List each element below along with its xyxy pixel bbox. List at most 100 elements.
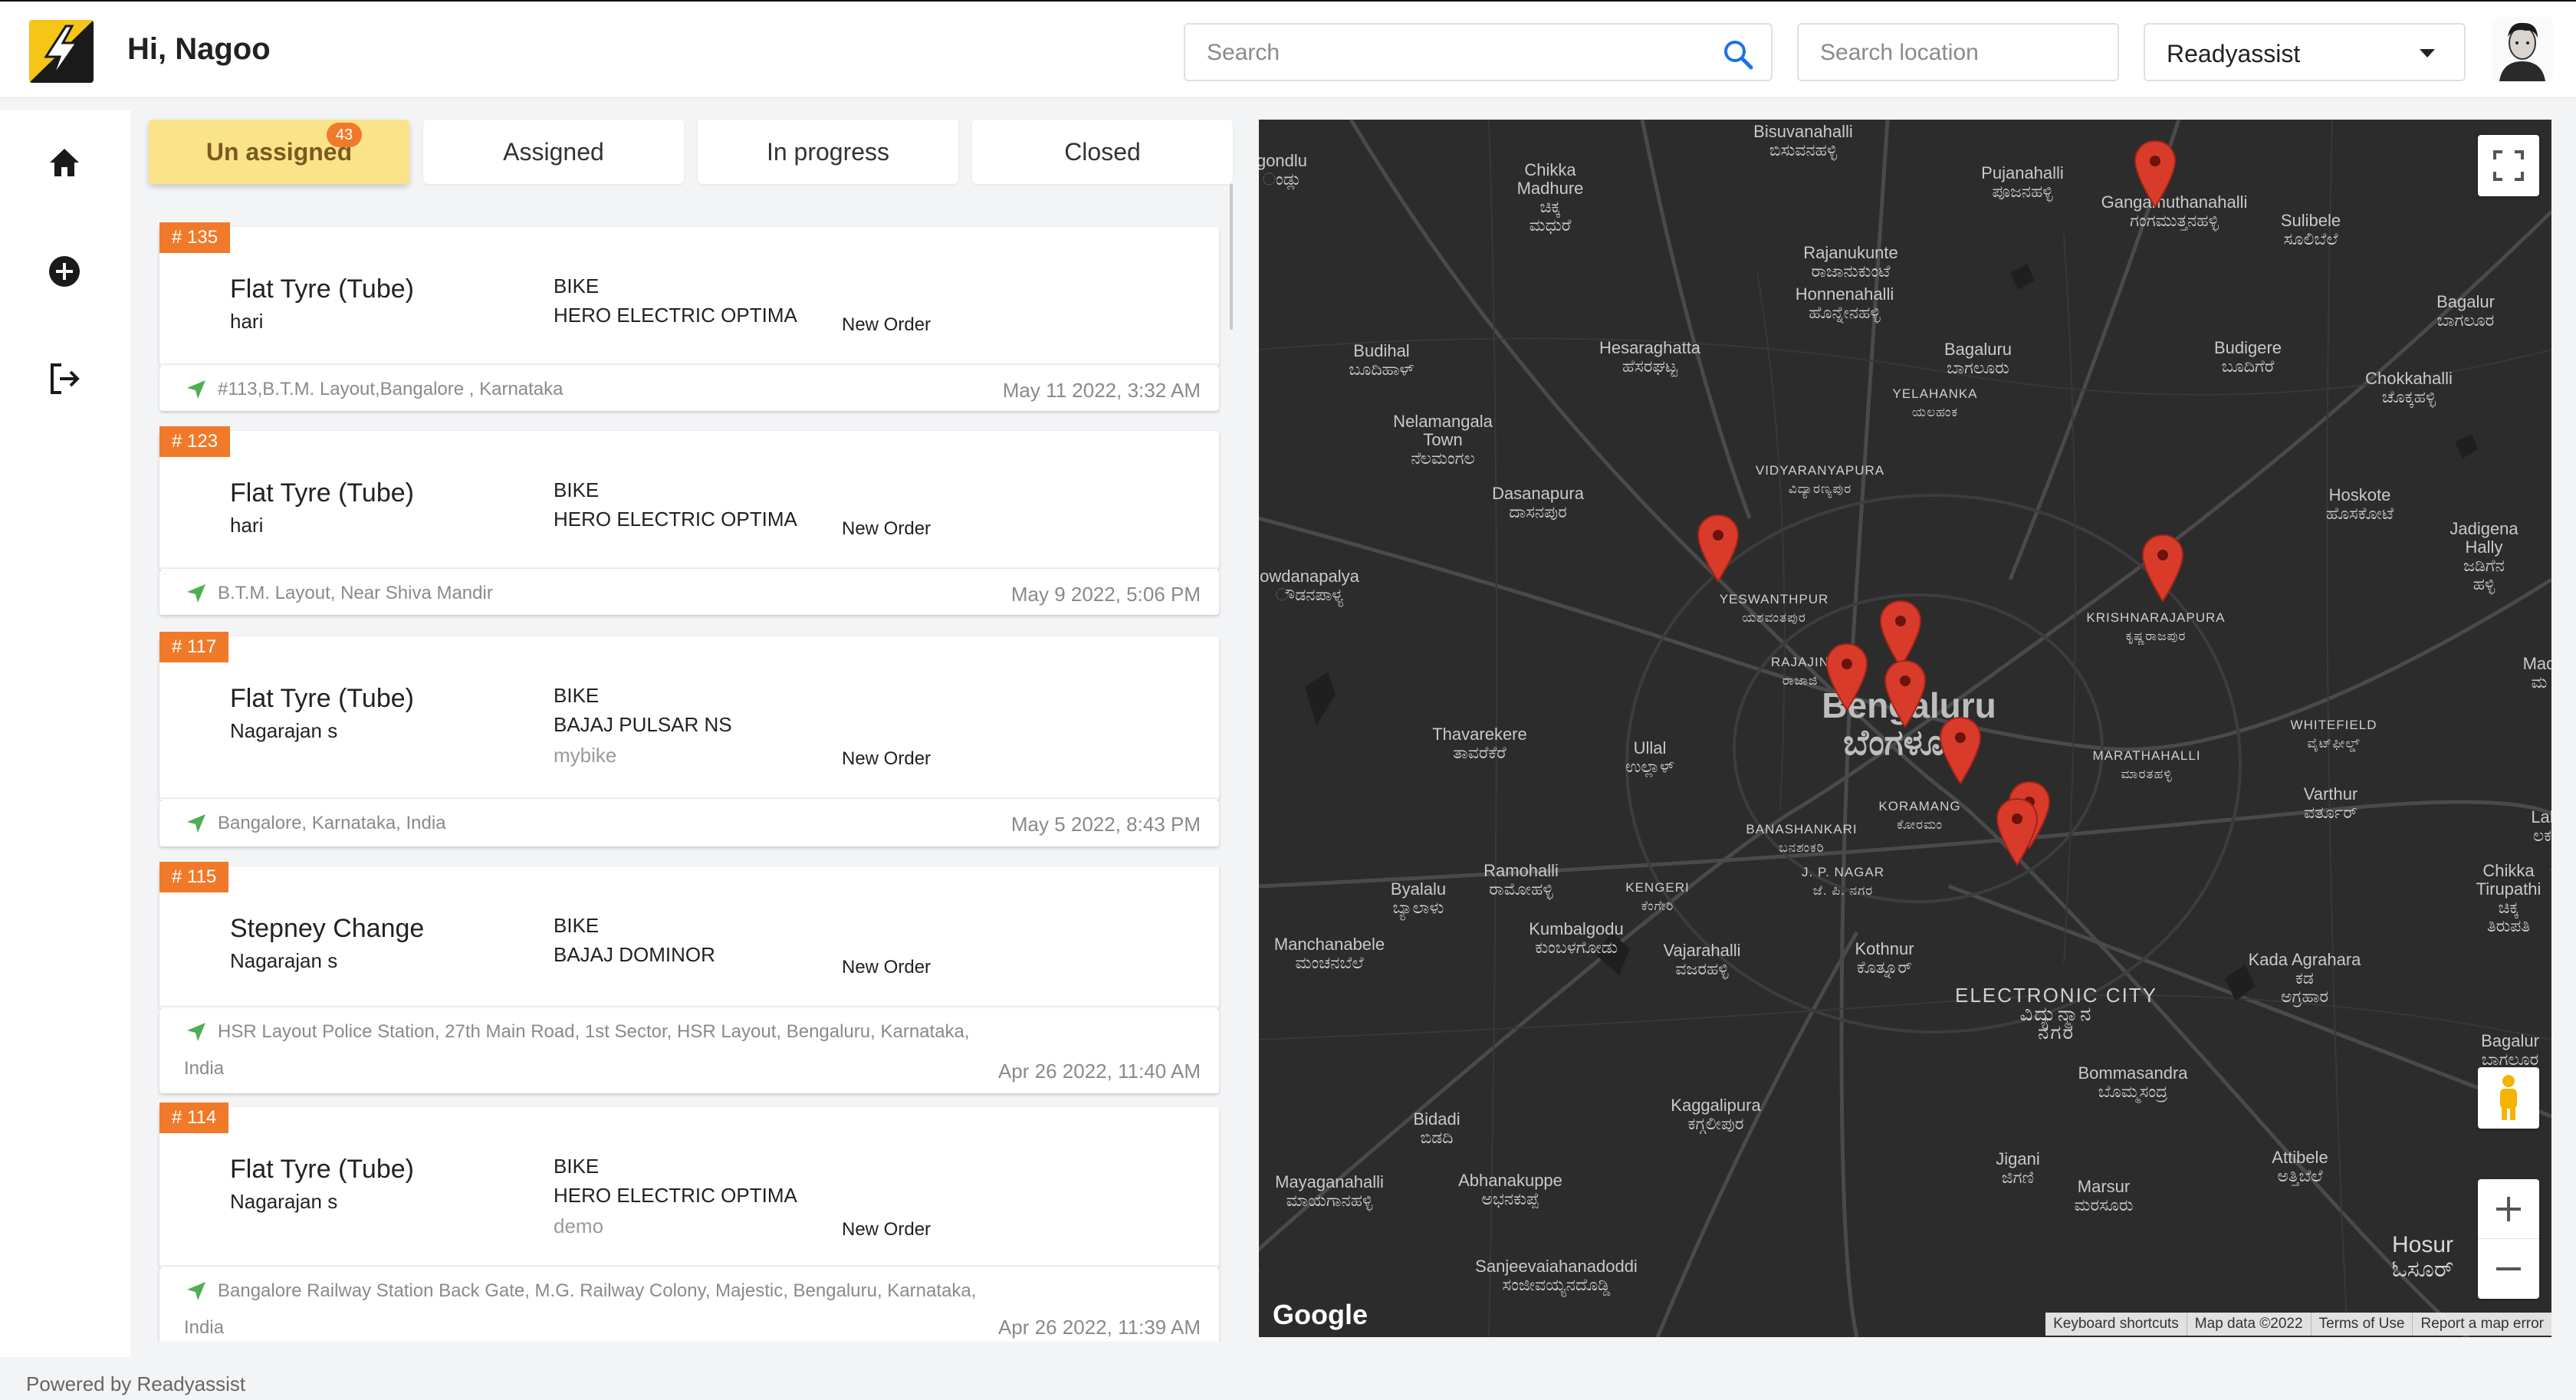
map-label: Budihal ಬೂದಿಹಾಳ್ <box>1349 341 1414 379</box>
powered-by-text: Powered by Readyassist <box>26 1372 246 1395</box>
map-label: Marsur ಮರಸೂರು <box>2074 1177 2134 1214</box>
zoom-out-button[interactable] <box>2478 1239 2539 1299</box>
map-label: Bidadi ಬಿಡದಿ <box>1413 1109 1460 1147</box>
street-view-button[interactable] <box>2478 1067 2539 1129</box>
terms-of-use-link[interactable]: Terms of Use <box>2310 1313 2413 1336</box>
keyboard-shortcuts-link[interactable]: Keyboard shortcuts <box>2045 1313 2187 1336</box>
greeting-text: Hi, Nagoo <box>127 32 271 66</box>
map-label: Dasanapura ದಾಸನಪುರ <box>1492 484 1584 521</box>
tab-closed[interactable]: Closed <box>972 120 1233 184</box>
caret-down-icon <box>2420 49 2435 58</box>
map-label: Pujanahalli ಪೂಜನಹಳ್ಳಿ <box>1981 163 2064 201</box>
map-label: KRISHNARAJAPURA ಕೃಷ್ಣರಾಜಪುರ <box>2086 610 2226 643</box>
map-label: Kumbalgodu ಕುಂಬಳಗೋಡು <box>1529 919 1624 957</box>
order-card[interactable]: # 114 Flat Tyre (Tube) Nagarajan s BIKE … <box>159 1103 1219 1268</box>
map-label: Bisuvanahalli ಬಿಸುವನಹಳ್ಳಿ <box>1753 122 1853 159</box>
search-icon[interactable] <box>1722 38 1754 71</box>
map-label: Nelamangala Town ನೆಲಮಂಗಲ <box>1393 412 1493 468</box>
order-card[interactable]: # 123 Flat Tyre (Tube) hari BIKE HERO EL… <box>159 426 1219 570</box>
map-label: Budigere ಬೂದಿಗೆರೆ <box>2213 338 2282 376</box>
order-location-pin[interactable] <box>1825 642 1869 712</box>
map-label: Attibele ಅತ್ತಿಬೆಲೆ <box>2272 1148 2328 1185</box>
map-label: Ullal ಉಲ್ಲಾಳ್ <box>1625 738 1675 776</box>
map-label: J. P. NAGAR ಜೆ. ಪಿ. ನಗರ <box>1802 865 1884 898</box>
organization-select[interactable]: Readyassist <box>2144 23 2466 81</box>
order-location-pin[interactable] <box>1878 600 1923 669</box>
fullscreen-button[interactable] <box>2478 135 2539 196</box>
order-date: May 9 2022, 5:06 PM <box>1010 583 1201 606</box>
map-label: KORAMANG ಕೋರಮಂ <box>1878 799 1961 832</box>
order-id-badge: # 117 <box>159 632 229 662</box>
customer-name: hari <box>230 514 264 537</box>
order-date: Apr 26 2022, 11:40 AM <box>997 1060 1201 1083</box>
map-label: Mayaganahalli ಮಾಯಗಾನಹಳ್ಳಿ <box>1275 1172 1384 1210</box>
map-label: BANASHANKARI ಬನಶಂಕರಿ <box>1746 822 1858 855</box>
zoom-in-button[interactable] <box>2478 1179 2539 1239</box>
map-label: Honnenahalli ಹೊನ್ನೇನಹಳ್ಳಿ <box>1795 284 1894 322</box>
map-label: VIDYARANYAPURA ವಿದ್ಯಾರಣ್ಯಪುರ <box>1755 463 1885 496</box>
customer-name: Nagarajan s <box>230 949 338 972</box>
map-label: Hosur ಓಸೂರ್ <box>2391 1232 2454 1282</box>
add-circle-icon[interactable] <box>41 248 87 294</box>
map-label: Sanjeevaiahanadoddi ಸಂಜೀವಯ್ಯನದೊಡ್ಡಿ <box>1475 1257 1638 1294</box>
search-input[interactable] <box>1207 40 1697 66</box>
order-card-footer: Bangalore Railway Station Back Gate, M.G… <box>159 1268 1219 1342</box>
status-tabs: Un assigned 43 Assigned In progress Clos… <box>149 120 1233 184</box>
order-id-badge: # 135 <box>159 222 231 253</box>
google-logo[interactable]: Google <box>1273 1299 1368 1331</box>
order-location-pin[interactable] <box>1938 716 1983 785</box>
map-view[interactable]: Bisuvanahalli ಬಿಸುವನಹಳ್ಳಿ Chikka Madhure… <box>1259 120 2551 1337</box>
order-location-pin[interactable] <box>1883 659 1927 728</box>
home-icon[interactable] <box>41 140 87 186</box>
map-data-text: Map data ©2022 <box>2186 1313 2311 1336</box>
tab-closed-label: Closed <box>1064 137 1141 166</box>
map-label: RAJAJIN ರಾಜಾಜಿ <box>1771 655 1829 688</box>
side-nav <box>0 110 130 1357</box>
order-id-badge: # 114 <box>159 1103 229 1133</box>
order-card[interactable]: # 135 Flat Tyre (Tube) hari BIKE HERO EL… <box>159 222 1219 366</box>
order-location-pin[interactable] <box>1696 514 1740 583</box>
minus-icon <box>2496 1267 2521 1270</box>
map-label: Sulibele ಸೂಲಿಬೆಲೆ <box>2280 211 2341 248</box>
order-address: HSR Layout Police Station, 27th Main Roa… <box>184 1021 970 1079</box>
tab-assigned[interactable]: Assigned <box>423 120 684 184</box>
map-label: Ramohalli ರಾಮೋಹಳ್ಳಿ <box>1484 861 1559 899</box>
location-search-field[interactable] <box>1797 23 2311 81</box>
logout-icon[interactable] <box>41 356 87 402</box>
vehicle-type: BIKE <box>554 478 600 501</box>
vehicle-type: BIKE <box>554 274 600 297</box>
order-card[interactable]: # 115 Stepney Change Nagarajan s BIKE BA… <box>159 862 1219 1009</box>
order-status: New Order <box>842 314 932 335</box>
service-name: Flat Tyre (Tube) <box>230 274 414 304</box>
order-address: Bangalore, Karnataka, India <box>218 813 446 833</box>
map-label: Rajanukunte ರಾಜಾನುಕುಂಟೆ <box>1803 243 1898 281</box>
map-label: Vajarahalli ವಜರಹಳ್ಳಿ <box>1663 941 1741 978</box>
order-location-pin[interactable] <box>1995 797 2039 866</box>
map-label: Chikka Madhure ಚಿಕ್ಕ ಮಧುರೆ <box>1516 160 1584 235</box>
order-status: New Order <box>842 518 932 539</box>
zoom-controls <box>2478 1179 2539 1299</box>
search-field[interactable] <box>1184 23 1773 81</box>
map-label: owdanapalya ೌಡನಪಾಳ್ಯ <box>1260 567 1359 604</box>
order-card-footer: B.T.M. Layout, Near Shiva Mandir May 9 2… <box>159 570 1219 615</box>
map-label: Bommasandra ಬೊಮ್ಮಸಂದ್ರ <box>2078 1063 2188 1101</box>
user-avatar[interactable] <box>2492 17 2553 81</box>
map-label: Hesaraghatta ಹೆಸರಘಟ್ಟ <box>1598 338 1701 376</box>
navigation-arrow-icon <box>187 814 205 833</box>
map-label: Bagaluru ಬಾಗಲೂರು <box>1944 340 2013 377</box>
map-label: YESWANTHPUR ಯಶವಂತಪುರ <box>1719 592 1829 625</box>
order-card[interactable]: # 117 Flat Tyre (Tube) Nagarajan s BIKE … <box>159 632 1219 800</box>
order-list[interactable]: # 135 Flat Tyre (Tube) hari BIKE HERO EL… <box>149 184 1233 1342</box>
top-bar: Hi, Nagoo Readyassist <box>0 0 2576 98</box>
tab-assigned-label: Assigned <box>503 137 604 166</box>
report-map-error-link[interactable]: Report a map error <box>2412 1313 2551 1336</box>
app-logo[interactable] <box>29 20 94 83</box>
order-location-pin[interactable] <box>2133 140 2177 209</box>
tab-in-progress[interactable]: In progress <box>698 120 958 184</box>
vehicle-type: BIKE <box>554 914 600 937</box>
map-label: WHITEFIELD ವೈಟ್‌ಫೀಲ್ಡ್ <box>2290 718 2377 751</box>
order-location-pin[interactable] <box>2141 534 2185 603</box>
order-status: New Order <box>842 1219 932 1240</box>
tab-unassigned[interactable]: Un assigned 43 <box>149 120 409 184</box>
list-scrollbar[interactable] <box>1230 184 1233 330</box>
